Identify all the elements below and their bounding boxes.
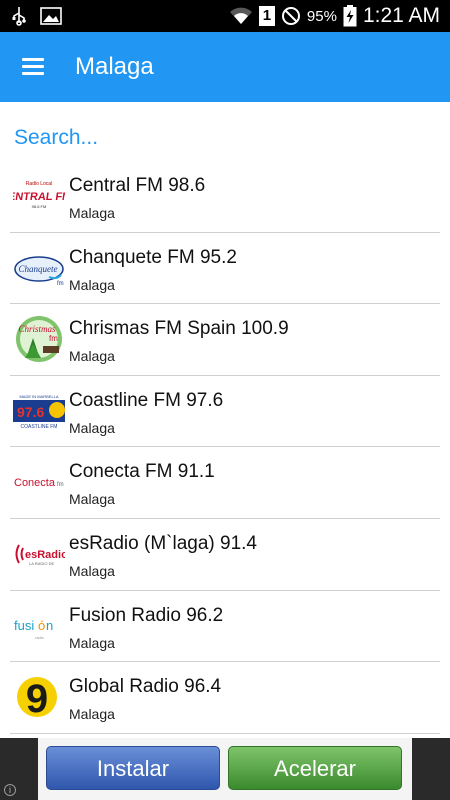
- svg-text:Radio Local: Radio Local: [26, 181, 52, 187]
- list-item[interactable]: Christmas fm Chrismas FM Spain 100.9 Mal…: [10, 304, 440, 376]
- station-list[interactable]: Radio Local CENTRAL FM 98.6 FM Central F…: [10, 161, 440, 734]
- ad-content: Instalar Acelerar: [38, 738, 412, 800]
- ad-banner: Instalar Acelerar i: [0, 738, 450, 800]
- list-item[interactable]: 9 Global Radio 96.4 Malaga: [10, 662, 440, 734]
- install-button[interactable]: Instalar: [46, 746, 220, 790]
- coastline-fm-logo: 97.6 MADE IN MARBELLA COASTLINE FM: [13, 394, 65, 430]
- image-icon: [40, 7, 62, 25]
- status-bar: 1 95% 1:21 AM: [0, 0, 450, 32]
- esradio-logo: esRadio LA RADIO DE: [15, 544, 65, 566]
- list-item[interactable]: fusi ó n radio Fusion Radio 96.2 Malaga: [10, 591, 440, 663]
- list-item[interactable]: Chanquete fm Chanquete FM 95.2 Malaga: [10, 233, 440, 305]
- status-notifications: [12, 6, 62, 26]
- svg-text:Christmas: Christmas: [18, 324, 56, 334]
- battery-percentage: 95%: [306, 7, 337, 25]
- sim-icon: 1: [258, 6, 275, 26]
- chanquete-fm-logo: Chanquete fm: [14, 255, 64, 287]
- svg-text:MADE IN MARBELLA: MADE IN MARBELLA: [19, 394, 58, 399]
- ad-info-icon[interactable]: i: [4, 784, 16, 796]
- svg-text:esRadio: esRadio: [25, 549, 65, 561]
- central-fm-logo: Radio Local CENTRAL FM 98.6 FM: [13, 173, 65, 219]
- station-name: Chanquete FM 95.2: [69, 246, 237, 268]
- station-city: Malaga: [69, 348, 115, 365]
- svg-text:fm: fm: [57, 281, 64, 287]
- list-item[interactable]: 97.6 MADE IN MARBELLA COASTLINE FM Coast…: [10, 376, 440, 448]
- wifi-icon: [229, 7, 252, 24]
- status-system: 1 95% 1:21 AM: [229, 4, 440, 28]
- station-name: Conecta FM 91.1: [69, 461, 215, 483]
- station-name: Fusion Radio 96.2: [69, 604, 224, 626]
- page-title: Malaga: [75, 53, 154, 80]
- app-bar: Malaga: [0, 32, 450, 102]
- svg-text:radio: radio: [35, 635, 45, 640]
- svg-text:CENTRAL FM: CENTRAL FM: [13, 191, 65, 203]
- svg-text:LA RADIO DE: LA RADIO DE: [29, 561, 54, 566]
- station-name: Coastline FM 97.6: [69, 389, 224, 411]
- svg-text:98.6 FM: 98.6 FM: [32, 204, 47, 209]
- station-city: Malaga: [69, 706, 115, 723]
- list-item[interactable]: Conecta fm Conecta FM 91.1 Malaga: [10, 447, 440, 519]
- list-item[interactable]: Radio Local CENTRAL FM 98.6 FM Central F…: [10, 161, 440, 233]
- station-city: Malaga: [69, 634, 115, 651]
- svg-text:9: 9: [26, 677, 48, 720]
- station-city: Malaga: [69, 562, 115, 579]
- station-city: Malaga: [69, 205, 115, 221]
- svg-text:COASTLINE FM: COASTLINE FM: [21, 424, 58, 430]
- svg-text:n: n: [46, 618, 53, 633]
- station-city: Malaga: [69, 419, 115, 436]
- global-radio-logo: 9: [17, 677, 57, 720]
- christmas-fm-logo: Christmas fm: [16, 316, 62, 363]
- station-city: Malaga: [69, 491, 115, 508]
- station-city: Malaga: [69, 276, 115, 293]
- battery-charging-icon: [343, 5, 357, 27]
- clock: 1:21 AM: [362, 4, 440, 27]
- svg-text:Chanquete: Chanquete: [19, 264, 58, 274]
- svg-text:ó: ó: [38, 618, 45, 633]
- station-name: Global Radio 96.4: [69, 676, 222, 698]
- station-name: Chrismas FM Spain 100.9: [69, 318, 289, 340]
- svg-text:Conecta: Conecta: [14, 477, 56, 489]
- do-not-disturb-icon: [281, 7, 300, 25]
- station-name: esRadio (M`laga) 91.4: [69, 532, 257, 554]
- svg-text:fm: fm: [57, 482, 64, 488]
- station-name: Central FM 98.6: [69, 175, 206, 196]
- list-item[interactable]: esRadio LA RADIO DE esRadio (M`laga) 91.…: [10, 519, 440, 591]
- search-input[interactable]: [14, 122, 434, 154]
- conecta-fm-logo: Conecta fm: [14, 477, 64, 489]
- fusion-radio-logo: fusi ó n radio: [14, 618, 53, 640]
- svg-text:fm: fm: [49, 334, 58, 343]
- svg-text:97.6: 97.6: [17, 404, 44, 420]
- accelerate-button[interactable]: Acelerar: [228, 746, 402, 790]
- usb-icon: [12, 7, 26, 26]
- svg-text:fusi: fusi: [14, 618, 34, 633]
- hamburger-menu-icon[interactable]: [18, 52, 52, 82]
